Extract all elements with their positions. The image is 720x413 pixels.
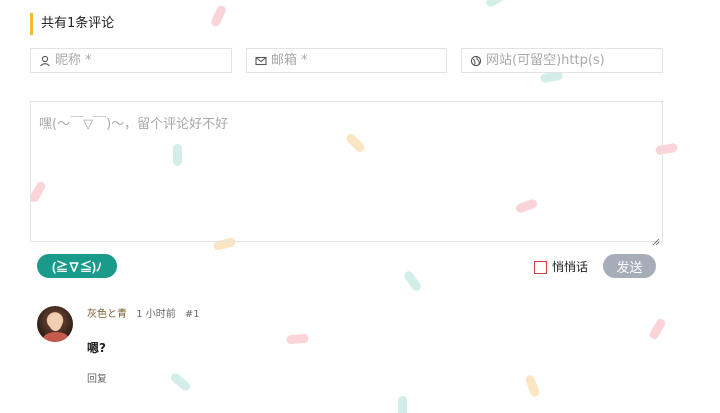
confetti-decoration <box>169 371 192 393</box>
nickname-field[interactable] <box>30 48 232 73</box>
comment-time: 1 小时前 <box>136 309 176 320</box>
comment-textarea-wrapper <box>30 101 663 246</box>
avatar-face <box>49 314 62 331</box>
send-button[interactable]: 发送 <box>603 254 656 278</box>
website-field[interactable] <box>461 48 663 73</box>
email-field[interactable] <box>246 48 447 73</box>
website-input[interactable] <box>486 53 662 68</box>
mail-icon <box>255 55 267 67</box>
globe-icon <box>470 55 482 67</box>
comment-count-title: 共有1条评论 <box>30 13 114 35</box>
confetti-decoration <box>648 317 667 341</box>
avatar[interactable] <box>37 306 73 342</box>
confetti-decoration <box>524 374 541 398</box>
emoji-button[interactable]: (≧∇≦)ﾉ <box>37 254 117 278</box>
private-checkbox[interactable] <box>534 261 547 274</box>
comment-text: 嗯? <box>87 341 106 355</box>
confetti-decoration <box>398 396 407 413</box>
comment-floor: #1 <box>184 309 200 320</box>
confetti-decoration <box>402 269 423 293</box>
comment-author[interactable]: 灰色と青 <box>87 309 127 320</box>
confetti-decoration <box>484 0 509 9</box>
avatar-shoulders <box>43 332 69 342</box>
comment-textarea[interactable] <box>31 102 662 241</box>
private-label[interactable]: 悄悄话 <box>552 258 588 276</box>
confetti-decoration <box>209 4 228 28</box>
confetti-decoration <box>286 333 309 345</box>
reply-link[interactable]: 回复 <box>87 370 107 385</box>
user-icon <box>39 55 51 67</box>
nickname-input[interactable] <box>55 53 231 68</box>
comment-meta: 灰色と青 1 小时前 #1 <box>87 308 206 322</box>
email-input[interactable] <box>271 53 446 68</box>
resize-handle-icon[interactable] <box>652 231 660 246</box>
